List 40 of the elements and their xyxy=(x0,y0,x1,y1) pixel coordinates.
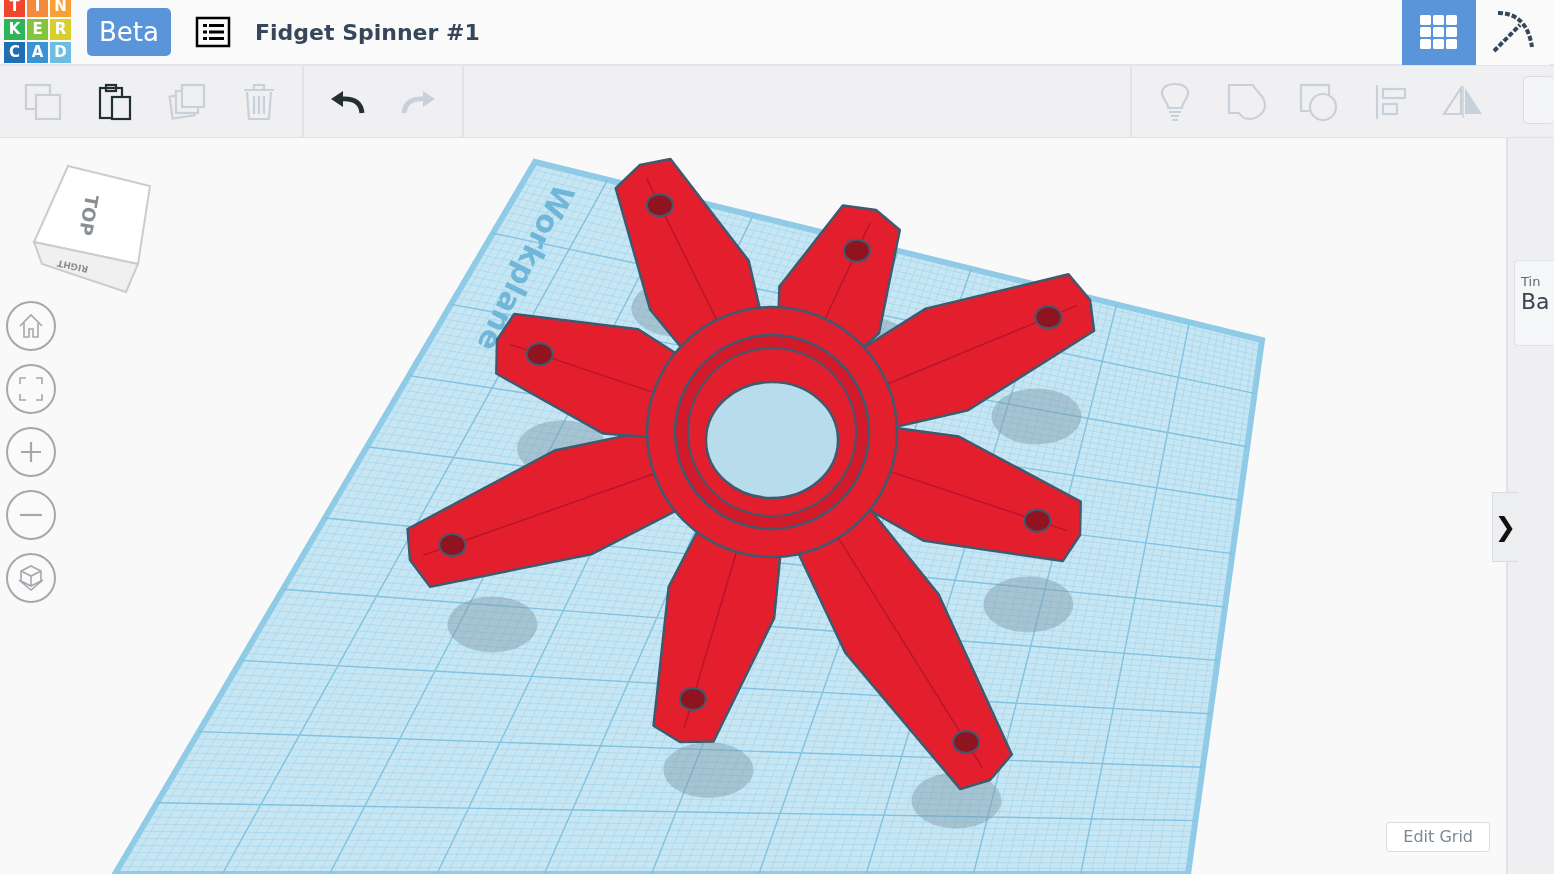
trash-icon xyxy=(242,81,276,122)
zoom-in-icon xyxy=(20,441,42,463)
clipboard-icon xyxy=(98,82,132,121)
fit-view-icon xyxy=(18,376,44,402)
logo-letter: E xyxy=(27,18,48,40)
project-title[interactable]: Fidget Spinner #1 xyxy=(254,15,480,49)
align-icon xyxy=(1374,82,1408,121)
grid-icon xyxy=(1420,15,1458,49)
view-control-button[interactable] xyxy=(6,301,56,351)
group-icon xyxy=(1227,82,1267,121)
logo-letter: D xyxy=(50,41,71,63)
logo-letter: N xyxy=(50,0,71,17)
edit-grid-button[interactable]: Edit Grid xyxy=(1386,822,1490,852)
home-icon xyxy=(18,313,44,339)
view-control-button[interactable] xyxy=(6,364,56,414)
ungroup-icon xyxy=(1299,82,1339,121)
view-control-button[interactable] xyxy=(6,427,56,477)
outline-button[interactable] xyxy=(194,16,231,48)
mirror-icon xyxy=(1441,85,1485,118)
undo-icon xyxy=(329,88,365,115)
lightbulb-icon xyxy=(1160,81,1190,122)
logo-letter: T xyxy=(4,0,25,17)
redo-icon xyxy=(401,88,437,115)
logo-letter: R xyxy=(50,18,71,40)
duplicate-icon xyxy=(167,82,207,121)
panel-caption: Tin xyxy=(1521,275,1542,288)
view-control-button[interactable] xyxy=(6,490,56,540)
list-icon xyxy=(194,16,231,48)
zoom-out-icon xyxy=(19,512,43,518)
view-control-button[interactable] xyxy=(6,553,56,603)
logo-letter: K xyxy=(4,18,25,40)
panel-toggle-button[interactable]: ❯ xyxy=(1492,492,1518,562)
cube-icon xyxy=(17,564,45,592)
logo-letter: I xyxy=(27,0,48,17)
spinner-model-drawing[interactable] xyxy=(406,157,1096,791)
logo-letter: C xyxy=(4,41,25,63)
logo-letter: A xyxy=(27,41,48,63)
beta-badge: Beta xyxy=(87,8,171,56)
copy-icon xyxy=(24,82,62,121)
panel-value: Ba xyxy=(1521,288,1551,316)
